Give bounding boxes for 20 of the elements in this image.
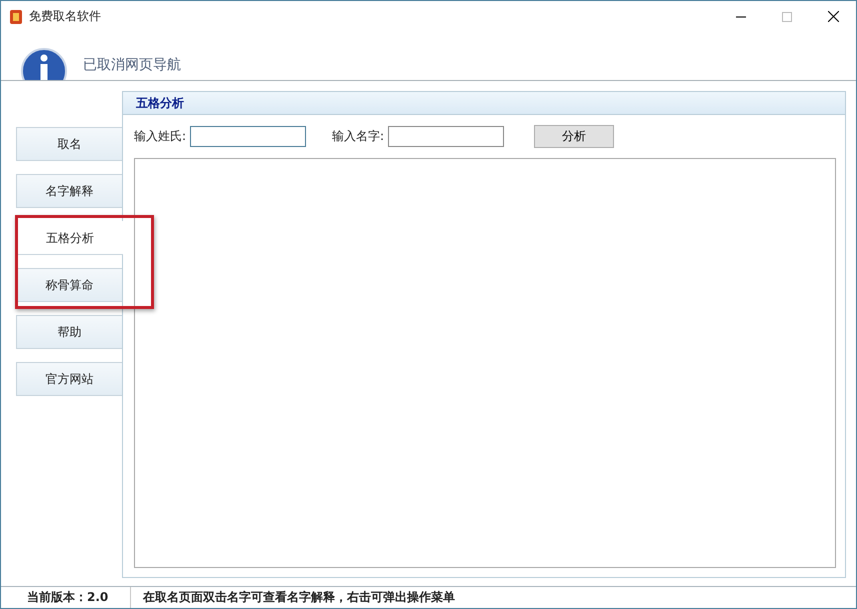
name-label: 输入名字: xyxy=(332,128,384,145)
window-title: 免费取名软件 xyxy=(29,8,101,25)
navigation-message: 已取消网页导航 xyxy=(83,56,181,75)
name-field[interactable] xyxy=(388,126,504,147)
info-icon xyxy=(21,48,67,80)
nav-button[interactable]: 称骨算命 xyxy=(16,268,122,302)
close-icon xyxy=(828,11,838,22)
surname-label: 输入姓氏: xyxy=(134,128,186,145)
analyze-button[interactable]: 分析 xyxy=(534,125,614,148)
nav-button[interactable]: 帮助 xyxy=(16,315,122,349)
nav-button[interactable]: 取名 xyxy=(16,127,122,161)
app-icon xyxy=(9,8,23,24)
nav-button[interactable]: 五格分析 xyxy=(16,221,123,255)
version-text: 当前版本：2.0 xyxy=(1,587,131,608)
status-hint: 在取名页面双击名字可查看名字解释，右击可弹出操作菜单 xyxy=(142,589,455,606)
nav-button[interactable]: 名字解释 xyxy=(16,174,122,208)
maximize-icon xyxy=(782,12,792,22)
panel-title: 五格分析 xyxy=(136,94,184,112)
nav-button[interactable]: 官方网站 xyxy=(16,362,122,396)
surname-field[interactable] xyxy=(190,126,306,147)
